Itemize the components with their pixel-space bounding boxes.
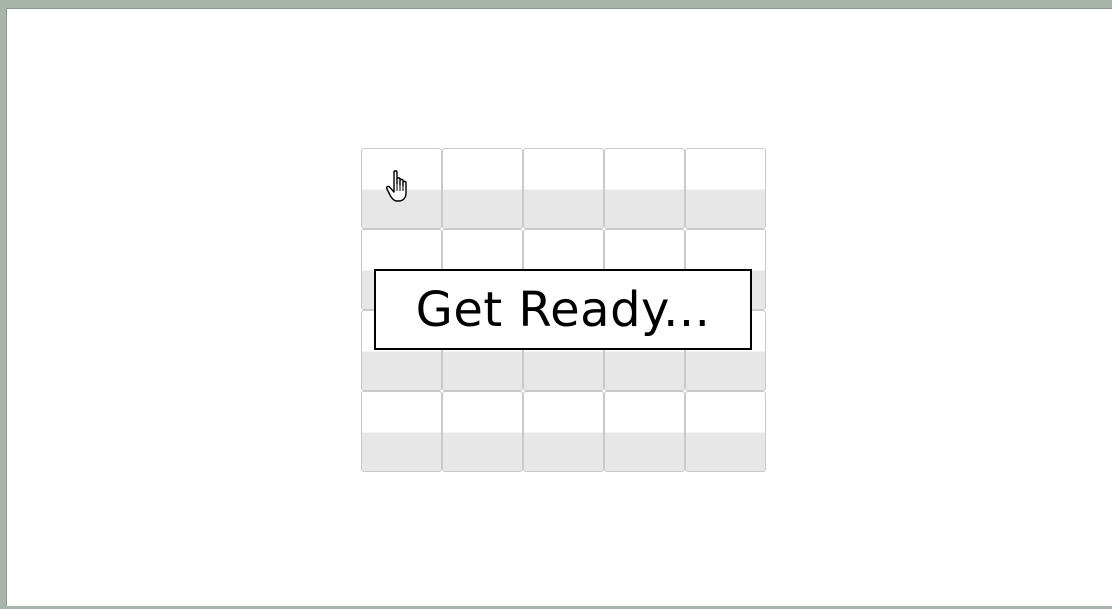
grid-tile-r1-c5[interactable] xyxy=(685,148,766,229)
grid-tile-r4-c5[interactable] xyxy=(685,391,766,472)
grid-tile-r1-c2[interactable] xyxy=(442,148,523,229)
grid-tile-r1-c3[interactable] xyxy=(523,148,604,229)
get-ready-banner: Get Ready... xyxy=(374,269,752,350)
game-frame: Get Ready... xyxy=(6,8,1112,606)
grid-tile-r1-c1[interactable] xyxy=(361,148,442,229)
grid-tile-r4-c3[interactable] xyxy=(523,391,604,472)
grid-tile-r4-c2[interactable] xyxy=(442,391,523,472)
hand-pointer-icon xyxy=(386,170,407,202)
grid-tile-r4-c1[interactable] xyxy=(361,391,442,472)
grid-tile-r4-c4[interactable] xyxy=(604,391,685,472)
grid-tile-r1-c4[interactable] xyxy=(604,148,685,229)
status-message: Get Ready... xyxy=(415,281,711,338)
